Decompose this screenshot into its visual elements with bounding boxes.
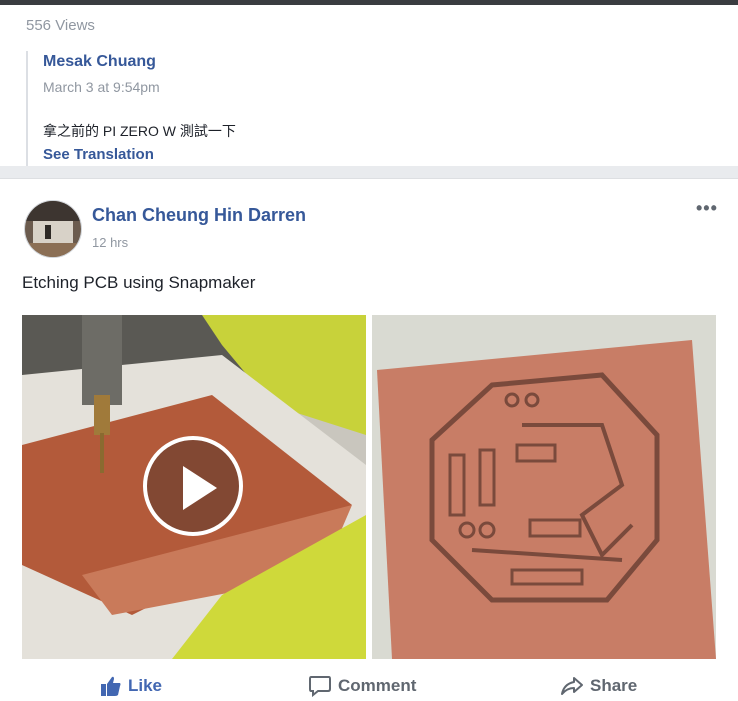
see-translation-link[interactable]: See Translation	[43, 146, 154, 163]
comment-icon	[309, 676, 331, 698]
pcb-board-image	[372, 315, 716, 659]
quote-author-link[interactable]: Mesak Chuang	[43, 53, 156, 71]
avatar[interactable]	[24, 200, 82, 258]
pcb-photo[interactable]	[372, 315, 716, 659]
thumbs-up-icon	[101, 676, 121, 696]
previous-post-card: 556 Views Mesak Chuang March 3 at 9:54pm…	[0, 5, 738, 166]
view-count: 556 Views	[26, 17, 95, 34]
like-button[interactable]: Like	[100, 675, 162, 697]
post-timestamp[interactable]: 12 hrs	[92, 235, 128, 250]
avatar-image	[25, 201, 81, 257]
share-label: Share	[590, 676, 638, 695]
quote-timestamp[interactable]: March 3 at 9:54pm	[43, 79, 160, 95]
quote-text: 拿之前的 PI ZERO W 測試一下	[43, 123, 236, 139]
comment-button[interactable]: Comment	[308, 675, 417, 698]
post-author-link[interactable]: Chan Cheung Hin Darren	[92, 205, 306, 226]
play-icon[interactable]	[143, 436, 243, 536]
video-thumbnail[interactable]	[22, 315, 366, 659]
post-text: Etching PCB using Snapmaker	[22, 273, 256, 292]
share-icon	[561, 677, 583, 695]
like-label: Like	[128, 676, 163, 695]
post-card: Chan Cheung Hin Darren 12 hrs ••• Etchin…	[0, 178, 738, 701]
share-button[interactable]: Share	[560, 675, 637, 697]
comment-label: Comment	[338, 676, 417, 695]
shared-quote: Mesak Chuang March 3 at 9:54pm 拿之前的 PI Z…	[26, 51, 728, 166]
more-options-button[interactable]: •••	[696, 198, 718, 219]
